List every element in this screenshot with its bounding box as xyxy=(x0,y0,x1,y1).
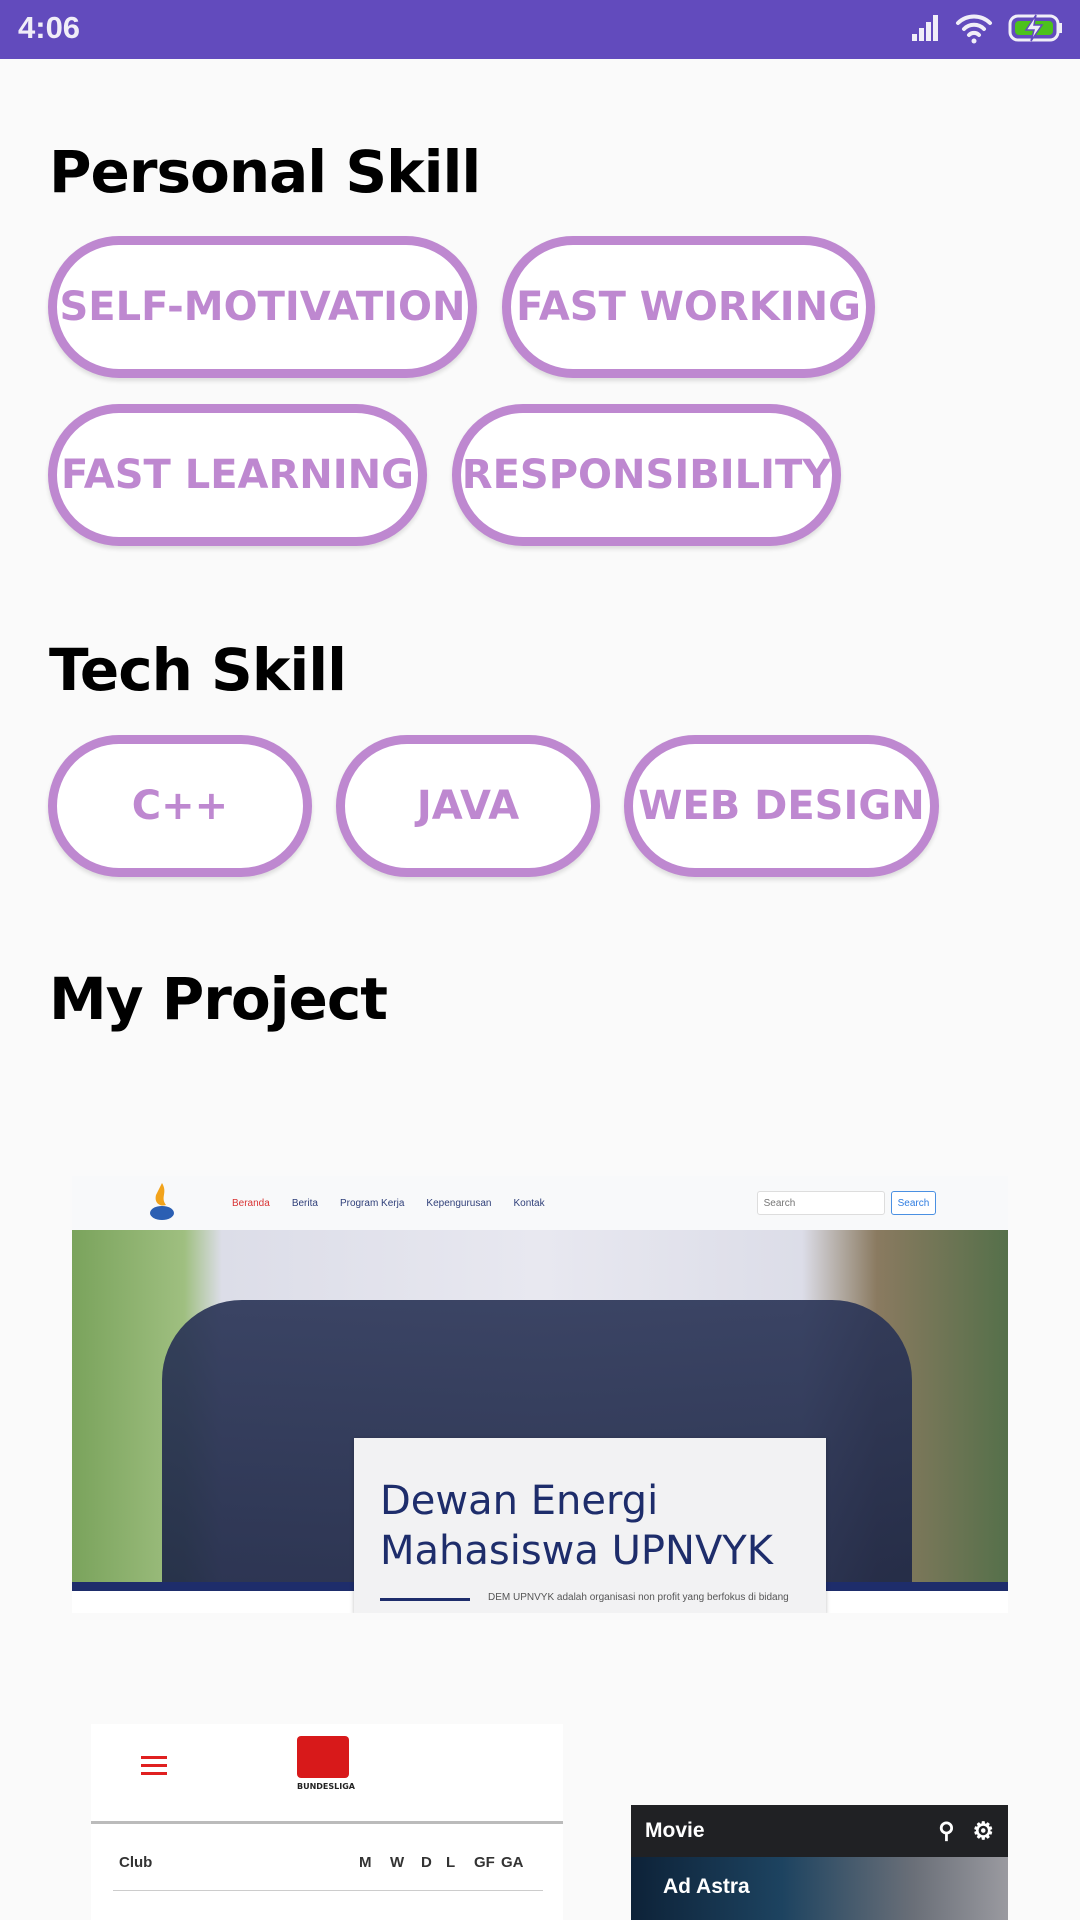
divider xyxy=(380,1598,470,1601)
nav-link-beranda[interactable]: Beranda xyxy=(232,1198,270,1209)
skill-chip-fast-learning[interactable]: FAST LEARNING xyxy=(48,404,427,546)
tech-skill-heading: Tech Skill xyxy=(49,636,347,704)
skill-chip-responsibility[interactable]: RESPONSIBILITY xyxy=(452,404,841,546)
signal-icon xyxy=(912,15,938,41)
movie-title: Movie xyxy=(645,1819,705,1842)
tech-chip-java[interactable]: JAVA xyxy=(336,735,600,877)
nav-link-program-kerja[interactable]: Program Kerja xyxy=(340,1198,404,1209)
project-bundesliga[interactable]: BUNDESLIGA Club M W D L GF GA xyxy=(91,1724,563,1920)
dem-search-button[interactable]: Search xyxy=(890,1191,937,1215)
col-d: D xyxy=(421,1854,432,1871)
dem-search-input[interactable] xyxy=(756,1191,885,1215)
skill-chip-self-motivation[interactable]: SELF-MOTIVATION xyxy=(48,236,477,378)
gear-icon[interactable]: ⚙ xyxy=(972,1817,994,1846)
dem-navbar: Beranda Berita Program Kerja Kepengurusa… xyxy=(72,1176,1008,1230)
status-time: 4:06 xyxy=(18,10,81,45)
menu-icon[interactable] xyxy=(141,1756,167,1775)
wifi-icon xyxy=(956,14,992,44)
search-icon[interactable]: ⚲ xyxy=(938,1818,954,1844)
col-club: Club xyxy=(119,1854,153,1871)
col-m: M xyxy=(359,1854,372,1871)
movie-appbar: Movie ⚲ ⚙ xyxy=(631,1805,1008,1857)
bundesliga-logo-icon xyxy=(297,1736,349,1778)
status-bar: 4:06 xyxy=(0,0,1080,59)
col-w: W xyxy=(390,1854,405,1871)
col-ga: GA xyxy=(501,1854,524,1871)
hero-title-line2: Mahasiswa UPNVYK xyxy=(380,1528,773,1574)
my-project-heading: My Project xyxy=(49,965,388,1033)
tech-chip-web-design[interactable]: WEB DESIGN xyxy=(624,735,939,877)
hero-card: Dewan Energi Mahasiswa UPNVYK DEM UPNVYK… xyxy=(354,1438,826,1613)
personal-skill-heading: Personal Skill xyxy=(49,138,481,206)
col-gf: GF xyxy=(474,1854,495,1871)
battery-charging-icon xyxy=(1008,14,1062,42)
featured-movie[interactable]: Ad Astra xyxy=(631,1857,1008,1920)
dem-logo-icon xyxy=(150,1183,174,1220)
nav-link-kontak[interactable]: Kontak xyxy=(513,1198,544,1209)
col-l: L xyxy=(446,1854,456,1871)
project-dem-upnvyk[interactable]: Beranda Berita Program Kerja Kepengurusa… xyxy=(72,1176,1008,1613)
bundesliga-appbar: BUNDESLIGA xyxy=(91,1724,563,1824)
divider xyxy=(113,1890,543,1891)
nav-link-kepengurusan[interactable]: Kepengurusan xyxy=(426,1198,491,1209)
featured-movie-title: Ad Astra xyxy=(663,1875,750,1898)
tech-chip-cpp[interactable]: C++ xyxy=(48,735,312,877)
nav-link-berita[interactable]: Berita xyxy=(292,1198,318,1209)
bundesliga-logo-text: BUNDESLIGA xyxy=(297,1782,355,1791)
project-movie[interactable]: Movie ⚲ ⚙ Ad Astra xyxy=(631,1805,1008,1920)
hero-title-line1: Dewan Energi xyxy=(380,1478,659,1524)
hero-description: DEM UPNVYK adalah organisasi non profit … xyxy=(488,1592,789,1603)
skill-chip-fast-working[interactable]: FAST WORKING xyxy=(502,236,875,378)
